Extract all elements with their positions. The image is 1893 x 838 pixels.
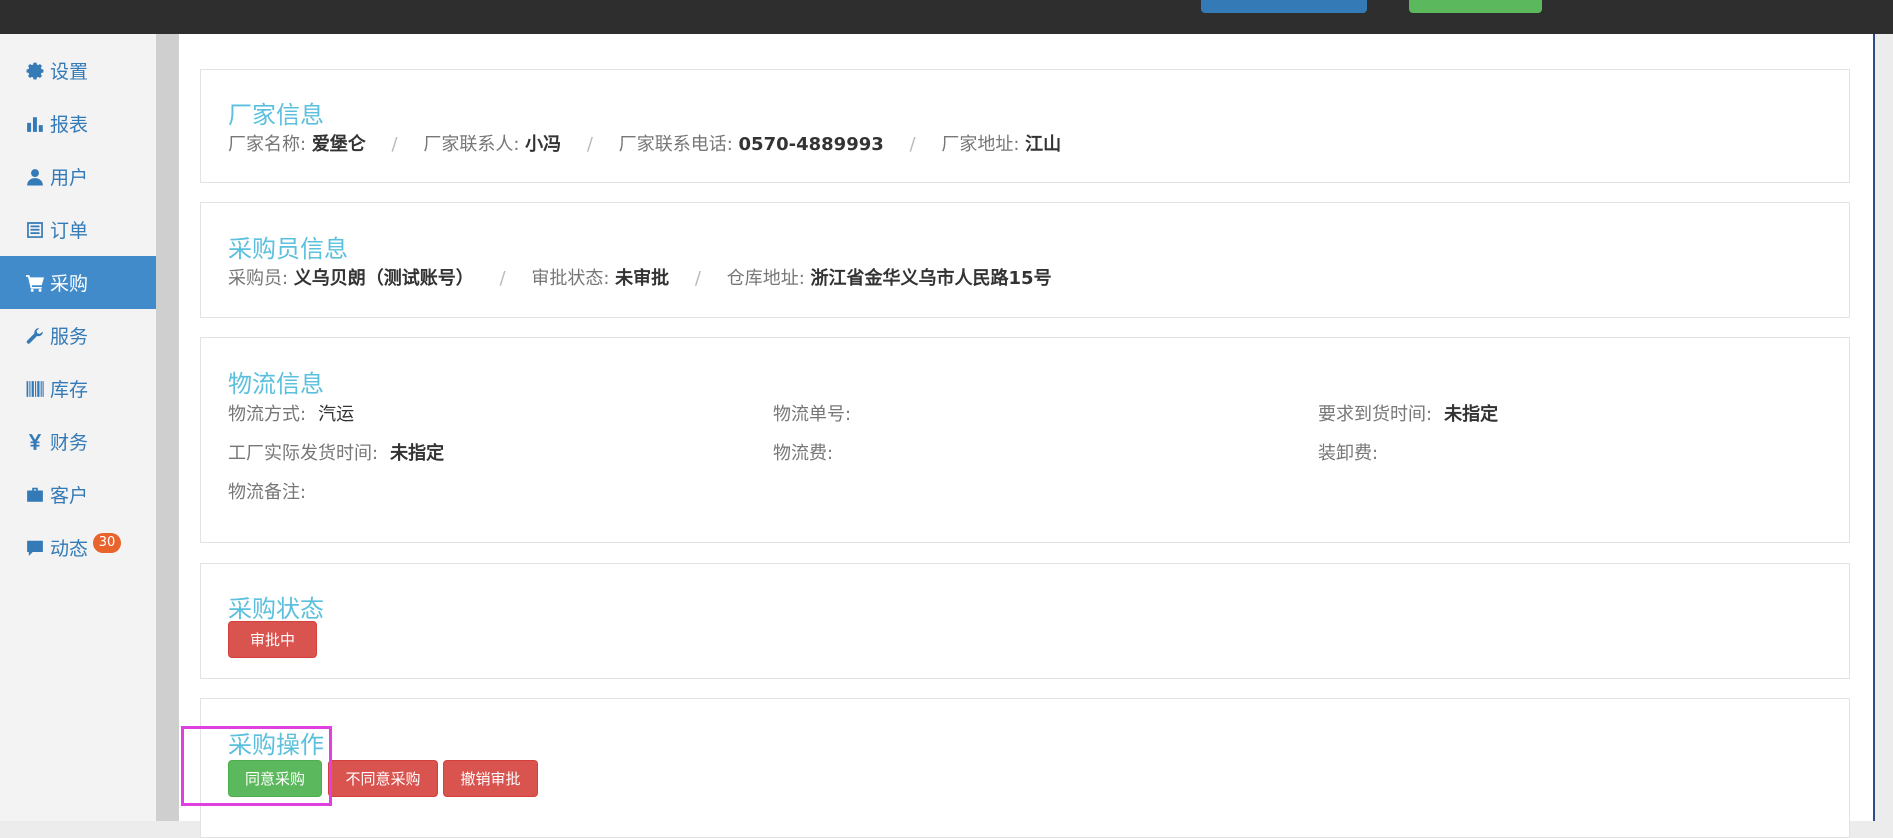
revoke-approval-button[interactable]: 撤销审批: [443, 760, 538, 797]
factory-name-label: 厂家名称:: [228, 134, 307, 155]
list-icon: [26, 221, 44, 239]
sidebar-divider: [156, 34, 179, 821]
buyer-name: 义乌贝朗（测试账号）: [293, 268, 474, 289]
factory-contact: 小冯: [525, 134, 562, 155]
factory-ship-time: 工厂实际发货时间: 未指定: [228, 439, 444, 465]
notification-badge: 30: [93, 533, 121, 553]
separator: /: [694, 268, 701, 289]
wrench-icon: [26, 327, 44, 345]
sidebar-item-reports[interactable]: 报表: [0, 97, 156, 150]
gear-icon: [26, 62, 44, 80]
approving-status-button[interactable]: 审批中: [228, 621, 317, 658]
reject-purchase-button[interactable]: 不同意采购: [328, 760, 438, 797]
factory-ship-time-value: 未指定: [390, 443, 445, 464]
approval-status: 未审批: [615, 268, 670, 289]
logistics-remark-label: 物流备注:: [228, 482, 307, 503]
bar-chart-icon: [26, 115, 44, 133]
briefcase-icon: [26, 486, 44, 504]
logistics-method: 物流方式: 汽运: [228, 400, 354, 426]
factory-contact-label: 厂家联系人:: [423, 134, 520, 155]
handling-fee: 装卸费:: [1318, 439, 1390, 465]
sidebar-item-label: 库存: [50, 379, 89, 401]
separator: /: [909, 134, 916, 155]
sidebar-item-label: 报表: [50, 114, 89, 136]
sidebar-item-activity[interactable]: 动态 30: [0, 521, 156, 574]
sidebar-item-customers[interactable]: 客户: [0, 468, 156, 521]
logistics-method-value: 汽运: [318, 404, 355, 425]
barcode-icon: [26, 380, 44, 398]
cart-icon: [26, 274, 44, 292]
factory-ship-time-label: 工厂实际发货时间:: [228, 443, 379, 464]
purchase-status-panel: 采购状态 审批中: [200, 563, 1850, 679]
top-green-button[interactable]: [1409, 0, 1542, 13]
panel-title: 采购员信息: [228, 235, 348, 263]
approval-status-label: 审批状态:: [531, 268, 610, 289]
approve-purchase-button[interactable]: 同意采购: [228, 760, 322, 797]
sidebar-item-label: 订单: [50, 220, 89, 242]
separator: /: [499, 268, 506, 289]
yen-icon: [26, 433, 44, 451]
tracking-number-label: 物流单号:: [773, 404, 852, 425]
sidebar-item-finance[interactable]: 财务: [0, 415, 156, 468]
required-arrival-time-label: 要求到货时间:: [1318, 404, 1433, 425]
sidebar-item-label: 服务: [50, 326, 89, 348]
comment-icon: [26, 539, 44, 557]
factory-info-row: 厂家名称: 爱堡仑 / 厂家联系人: 小冯 / 厂家联系电话: 0570-488…: [228, 130, 1061, 156]
sidebar-item-label: 设置: [50, 61, 89, 83]
buyer-info-panel: 采购员信息 采购员: 义乌贝朗（测试账号） / 审批状态: 未审批 / 仓库地址…: [200, 202, 1850, 318]
sidebar-item-label: 客户: [50, 485, 89, 507]
warehouse-address-label: 仓库地址:: [726, 268, 805, 289]
factory-name: 爱堡仑: [311, 134, 366, 155]
required-arrival-time-value: 未指定: [1444, 404, 1499, 425]
top-navbar: [0, 0, 1893, 34]
main-content: 厂家信息 厂家名称: 爱堡仑 / 厂家联系人: 小冯 / 厂家联系电话: 057…: [179, 34, 1875, 838]
sidebar-item-settings[interactable]: 设置: [0, 44, 156, 97]
buyer-label: 采购员:: [228, 268, 289, 289]
factory-address: 江山: [1025, 134, 1062, 155]
sidebar-item-inventory[interactable]: 库存: [0, 362, 156, 415]
sidebar-item-orders[interactable]: 订单: [0, 203, 156, 256]
panel-title: 采购状态: [228, 595, 324, 623]
factory-phone: 0570-4889993: [738, 134, 884, 155]
tracking-number: 物流单号:: [773, 400, 863, 426]
sidebar: 设置 报表 用户 订单 采购 服务 库存 财务 客户 动态 30: [0, 34, 156, 821]
sidebar-item-service[interactable]: 服务: [0, 309, 156, 362]
sidebar-item-label: 采购: [50, 273, 89, 295]
buyer-info-row: 采购员: 义乌贝朗（测试账号） / 审批状态: 未审批 / 仓库地址: 浙江省金…: [228, 264, 1052, 290]
factory-address-label: 厂家地址:: [941, 134, 1020, 155]
sidebar-item-label: 用户: [50, 167, 89, 189]
separator: /: [391, 134, 398, 155]
logistics-fee: 物流费:: [773, 439, 845, 465]
sidebar-item-label: 动态: [50, 538, 89, 560]
warehouse-address: 浙江省金华义乌市人民路15号: [810, 268, 1052, 289]
purchase-actions-panel: 采购操作 同意采购 不同意采购 撤销审批: [200, 698, 1850, 838]
logistics-info-panel: 物流信息 物流方式: 汽运 物流单号: 要求到货时间: 未指定 工厂实际发货时间: 未…: [200, 337, 1850, 543]
top-blue-button[interactable]: [1201, 0, 1367, 13]
factory-info-panel: 厂家信息 厂家名称: 爱堡仑 / 厂家联系人: 小冯 / 厂家联系电话: 057…: [200, 69, 1850, 183]
panel-title: 采购操作: [228, 731, 324, 759]
required-arrival-time: 要求到货时间: 未指定: [1318, 400, 1498, 426]
logistics-method-label: 物流方式:: [228, 404, 307, 425]
panel-title: 厂家信息: [228, 101, 324, 129]
sidebar-item-users[interactable]: 用户: [0, 150, 156, 203]
factory-phone-label: 厂家联系电话:: [618, 134, 733, 155]
user-icon: [26, 168, 44, 186]
separator: /: [586, 134, 593, 155]
logistics-remark: 物流备注:: [228, 478, 318, 504]
sidebar-item-purchase[interactable]: 采购: [0, 256, 156, 309]
sidebar-item-label: 财务: [50, 432, 89, 454]
handling-fee-label: 装卸费:: [1318, 443, 1379, 464]
logistics-fee-label: 物流费:: [773, 443, 834, 464]
panel-title: 物流信息: [228, 370, 324, 398]
